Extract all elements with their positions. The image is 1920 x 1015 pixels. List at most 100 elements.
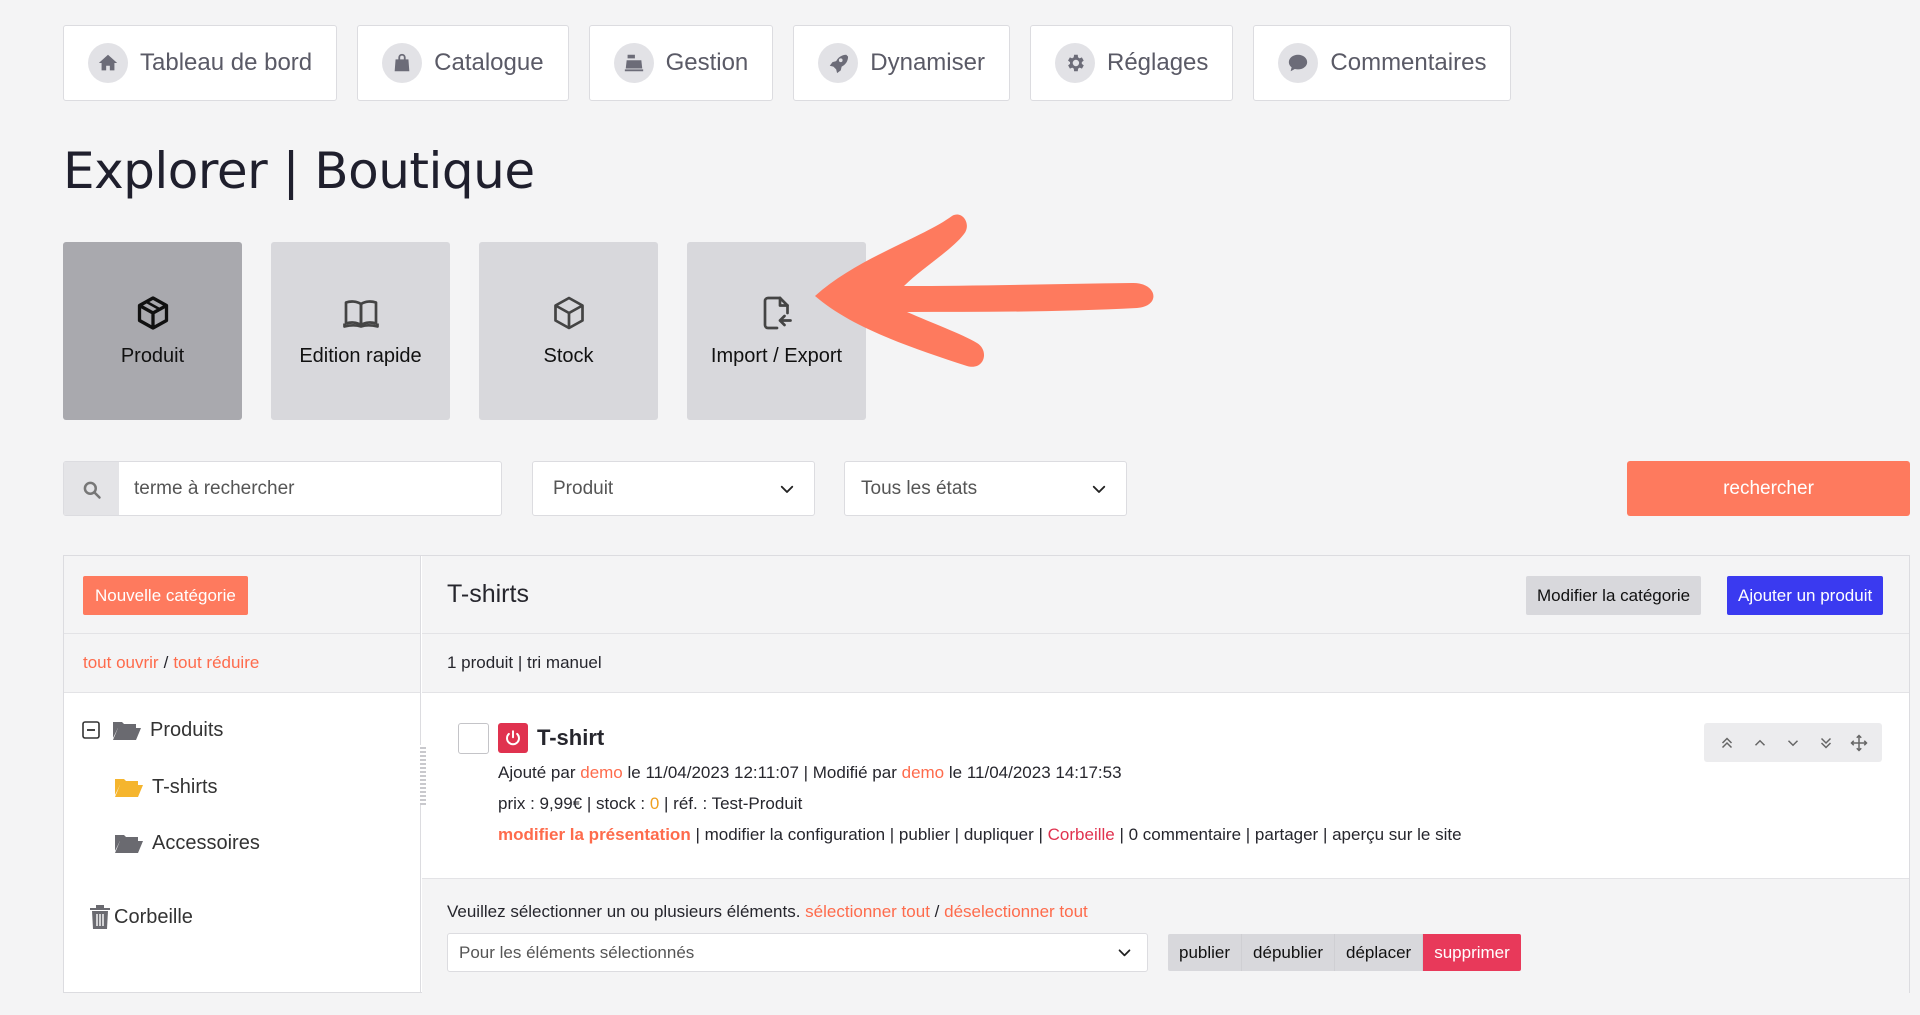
cash-register-icon [613, 43, 654, 83]
action-links-more[interactable]: | 0 commentaire | partager | aperçu sur … [1119, 825, 1461, 844]
tree-controls: tout ouvrir / tout réduire [64, 634, 420, 693]
product-name[interactable]: T-shirt [537, 725, 604, 751]
tile-produit[interactable]: Produit [63, 242, 242, 420]
trash-link[interactable]: Corbeille [1048, 825, 1115, 844]
modified-on: le 11/04/2023 14:17:53 [948, 763, 1122, 782]
cube-outline-icon [553, 296, 584, 329]
nav-commentaires[interactable]: Commentaires [1253, 25, 1512, 101]
tile-label: Edition rapide [299, 344, 422, 367]
bulk-delete-button[interactable]: supprimer [1423, 934, 1521, 971]
rocket-icon [818, 43, 859, 83]
nav-catalogue[interactable]: Catalogue [357, 25, 569, 101]
select-all-link[interactable]: sélectionner tout [805, 902, 930, 921]
drag-move-icon[interactable] [1850, 733, 1868, 752]
add-product-button[interactable]: Ajouter un produit [1727, 576, 1884, 615]
home-icon [88, 43, 128, 83]
nav-label: Gestion [665, 49, 749, 76]
category-title: T-shirts [447, 580, 529, 608]
folder-open-icon [115, 835, 143, 853]
page-title: Explorer | Boutique [63, 142, 535, 200]
modified-by-link[interactable]: demo [902, 763, 945, 782]
tile-stock[interactable]: Stock [479, 242, 658, 420]
state-select-value: Tous les états [861, 477, 978, 499]
comment-icon [1278, 43, 1319, 83]
separator: / [934, 902, 940, 921]
top-nav: Tableau de bord Catalogue Gestion Dynami… [63, 25, 1512, 101]
tree-item-t-shirts[interactable]: T-shirts [114, 775, 218, 799]
cube-icon [137, 295, 168, 330]
bulk-instruction: Veuillez sélectionner un ou plusieurs él… [447, 902, 1088, 922]
bulk-publish-button[interactable]: publier [1168, 934, 1243, 971]
search-box [63, 461, 502, 516]
chevron-down-icon [780, 485, 794, 493]
chevron-down-icon [1118, 949, 1131, 957]
trash-icon [90, 905, 110, 929]
product-meta-price: prix : 9,99€ | stock : 0 | réf. : Test-P… [498, 794, 802, 814]
separator: / [163, 653, 169, 672]
action-links[interactable]: | modifier la configuration | publier | … [695, 825, 1042, 844]
move-bottom-icon[interactable] [1817, 734, 1835, 752]
open-book-icon [342, 299, 379, 328]
search-icon [64, 462, 119, 515]
state-select[interactable]: Tous les états [844, 461, 1127, 516]
tree-label: Accessoires [152, 831, 260, 854]
order-controls [1704, 723, 1882, 762]
chevron-down-icon [1092, 485, 1106, 493]
bulk-unpublish-button[interactable]: dépublier [1242, 934, 1335, 971]
move-up-icon[interactable] [1751, 734, 1769, 752]
table-row [426, 693, 1909, 878]
nav-dynamiser[interactable]: Dynamiser [793, 25, 1010, 101]
tile-label: Produit [120, 344, 185, 367]
search-button[interactable]: rechercher [1627, 461, 1910, 516]
tree-item-corbeille[interactable]: Corbeille [88, 904, 193, 930]
tree-label: Produits [150, 718, 224, 741]
nav-label: Catalogue [434, 49, 544, 76]
folder-open-icon [115, 779, 143, 797]
row-checkbox[interactable] [458, 723, 489, 754]
resize-handle[interactable] [420, 745, 426, 805]
search-input[interactable] [119, 462, 501, 515]
nav-label: Tableau de bord [140, 49, 313, 76]
ref-text: | réf. : Test-Produit [664, 794, 803, 813]
stock-value: 0 [649, 794, 660, 813]
move-down-icon[interactable] [1784, 734, 1802, 752]
edit-presentation-link[interactable]: modifier la présentation [498, 825, 691, 844]
tile-label: Stock [543, 344, 594, 367]
product-meta-dates: Ajouté par demo le 11/04/2023 12:11:07 |… [498, 763, 1122, 783]
folder-open-icon [113, 722, 141, 740]
product-actions: modifier la présentation | modifier la c… [498, 825, 1462, 845]
tree-label: T-shirts [152, 775, 218, 798]
price-text: prix : 9,99€ | stock : [498, 794, 646, 813]
added-by-link[interactable]: demo [580, 763, 623, 782]
annotation-arrow [815, 214, 1154, 367]
new-category-button[interactable]: Nouvelle catégorie [83, 576, 248, 615]
tree-label: Corbeille [114, 905, 193, 928]
bag-icon [382, 43, 423, 83]
deselect-all-link[interactable]: déselectionner tout [944, 902, 1088, 921]
bulk-buttons: publier dépublier déplacer supprimer [1168, 934, 1521, 971]
view-tiles: Produit Edition rapide Stock Import / Ex… [63, 242, 866, 420]
type-select-value: Produit [553, 477, 614, 499]
nav-label: Commentaires [1330, 49, 1487, 76]
open-all-link[interactable]: tout ouvrir [83, 653, 159, 673]
tile-edition-rapide[interactable]: Edition rapide [271, 242, 450, 420]
added-prefix: Ajouté par [498, 763, 576, 782]
tree-item-accessoires[interactable]: Accessoires [114, 831, 260, 855]
minus-box-icon [82, 721, 100, 739]
edit-category-button[interactable]: Modifier la catégorie [1526, 576, 1702, 615]
type-select[interactable]: Produit [532, 461, 815, 516]
power-icon[interactable] [498, 723, 528, 753]
bulk-action-select[interactable]: Pour les éléments sélectionnés [447, 933, 1148, 972]
nav-reglages[interactable]: Réglages [1029, 25, 1234, 101]
nav-label: Dynamiser [870, 49, 985, 76]
gear-icon [1054, 43, 1095, 83]
instruction-text: Veuillez sélectionner un ou plusieurs él… [447, 902, 801, 921]
tree-root-produits[interactable]: Produits [82, 718, 223, 742]
nav-gestion[interactable]: Gestion [588, 25, 774, 101]
move-top-icon[interactable] [1718, 734, 1736, 752]
bulk-move-button[interactable]: déplacer [1335, 934, 1424, 971]
nav-tableau-de-bord[interactable]: Tableau de bord [63, 25, 338, 101]
collapse-all-link[interactable]: tout réduire [173, 653, 259, 673]
nav-label: Réglages [1106, 49, 1209, 76]
bulk-select-placeholder: Pour les éléments sélectionnés [459, 942, 695, 962]
